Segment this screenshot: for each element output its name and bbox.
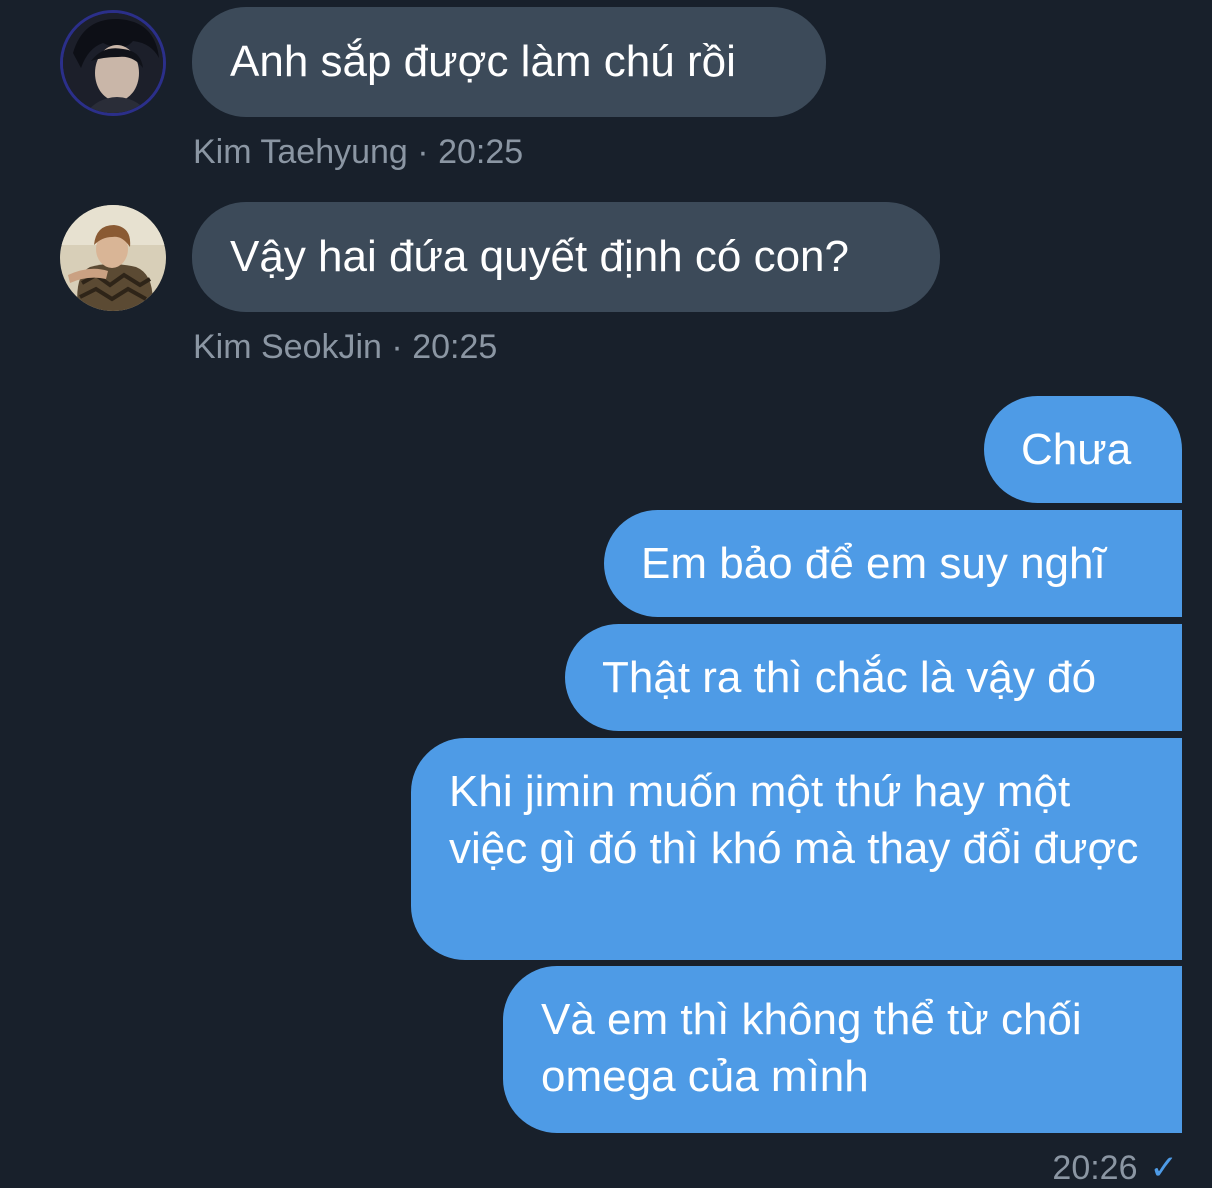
message-meta: Kim SeokJin · 20:25 [193, 327, 497, 367]
message-text: Em bảo để em suy nghĩ [641, 539, 1106, 588]
avatar-kim-seokjin-icon [60, 205, 166, 311]
outgoing-message-bubble[interactable]: Và em thì không thể từ chối omega của mì… [503, 966, 1182, 1133]
outgoing-message-meta: 20:26 ✓ [1052, 1148, 1178, 1188]
meta-separator: · [391, 328, 403, 366]
incoming-message-bubble[interactable]: Anh sắp được làm chú rồi [192, 7, 826, 117]
message-text: Thật ra thì chắc là vậy đó [602, 653, 1097, 702]
outgoing-message-bubble[interactable]: Thật ra thì chắc là vậy đó [565, 624, 1182, 731]
avatar-kim-taehyung-icon [63, 13, 163, 113]
incoming-message-bubble[interactable]: Vậy hai đứa quyết định có con? [192, 202, 940, 312]
avatar[interactable] [60, 10, 166, 116]
outgoing-message-bubble[interactable]: Chưa [984, 396, 1182, 503]
avatar[interactable] [60, 205, 166, 311]
message-text: Vậy hai đứa quyết định có con? [230, 232, 849, 281]
message-time: 20:26 [1052, 1149, 1138, 1187]
chat-thread: Anh sắp được làm chú rồi Kim Taehyung · … [0, 0, 1212, 1188]
message-meta: Kim Taehyung · 20:25 [193, 132, 523, 172]
outgoing-message-bubble[interactable]: Khi jimin muốn một thứ hay một việc gì đ… [411, 738, 1182, 960]
message-text: Khi jimin muốn một thứ hay một việc gì đ… [449, 767, 1139, 873]
checkmark-icon: ✓ [1149, 1149, 1179, 1187]
message-text: Chưa [1021, 425, 1132, 474]
sender-name[interactable]: Kim Taehyung [193, 133, 408, 171]
message-time: 20:25 [438, 133, 524, 171]
message-text: Anh sắp được làm chú rồi [230, 37, 736, 86]
message-time: 20:25 [412, 328, 498, 366]
message-text: Và em thì không thể từ chối omega của mì… [541, 995, 1082, 1101]
meta-separator: · [417, 133, 429, 171]
outgoing-message-bubble[interactable]: Em bảo để em suy nghĩ [604, 510, 1182, 617]
sender-name[interactable]: Kim SeokJin [193, 328, 382, 366]
